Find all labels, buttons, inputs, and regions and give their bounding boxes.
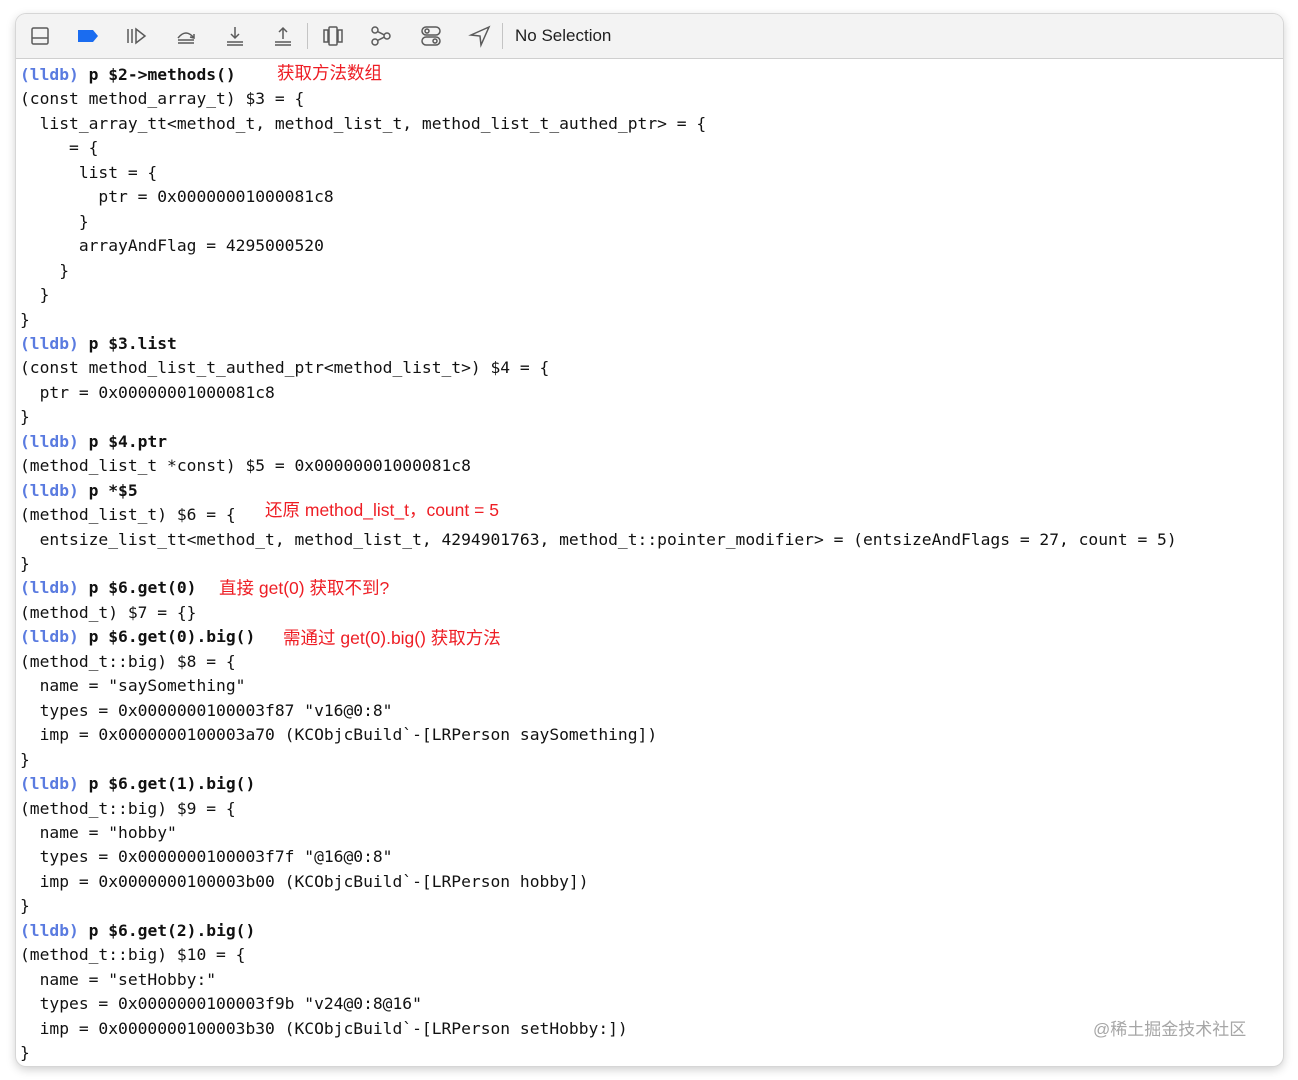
debug-console-window: No Selection (lldb) p $2->methods() (cons… <box>16 14 1283 1066</box>
environment-overrides-icon[interactable] <box>419 24 443 48</box>
lldb-command: p $6.get(2).big() <box>88 920 256 940</box>
console-output-line: types = 0x0000000100003f87 "v16@0:8" <box>20 700 393 720</box>
memory-graph-icon[interactable] <box>369 24 393 48</box>
simulate-location-icon[interactable] <box>468 24 492 48</box>
continue-icon[interactable] <box>124 24 148 48</box>
lldb-prompt: (lldb) <box>20 333 79 353</box>
console-output-line: } <box>20 1043 30 1062</box>
console-output-line: } <box>20 285 50 305</box>
lldb-prompt: (lldb) <box>20 627 79 647</box>
console-command-line: (lldb) p $6.get(0) <box>20 576 196 600</box>
view-hierarchy-icon[interactable] <box>321 24 345 48</box>
console-output-line: } <box>20 211 89 231</box>
lldb-command: p $2->methods() <box>88 65 236 84</box>
console-output-line: } <box>20 309 30 329</box>
console-output-line: imp = 0x0000000100003b30 (KCObjcBuild`-[… <box>20 1018 628 1038</box>
lldb-command: p $4.ptr <box>88 431 168 451</box>
console-command-line: (lldb) p $6.get(2).big() <box>20 919 255 943</box>
watermark: @稀土掘金技术社区 <box>1093 1020 1247 1039</box>
console-output-line: (method_t::big) $8 = { <box>20 651 236 671</box>
console-output-line: (method_t) $7 = {} <box>20 602 197 622</box>
console-output-line: ptr = 0x00000001000081c8 <box>20 382 275 402</box>
annotation-restore-list: 还原 method_list_t，count = 5 <box>265 500 499 520</box>
console-output-line: ptr = 0x00000001000081c8 <box>20 187 334 207</box>
step-over-icon[interactable] <box>174 24 198 48</box>
console-output-line: } <box>20 407 30 427</box>
console-output-line: (method_list_t) $6 = { <box>20 505 236 525</box>
console-output-line: } <box>20 554 30 573</box>
lldb-prompt: (lldb) <box>20 480 79 500</box>
console-command-line: (lldb) p $6.get(0).big() <box>20 625 255 649</box>
selection-status: No Selection <box>515 26 612 45</box>
console-output-line: name = "saySomething" <box>20 676 246 696</box>
lldb-prompt: (lldb) <box>20 774 79 794</box>
step-out-icon[interactable] <box>271 24 295 48</box>
lldb-command: p *$5 <box>88 480 138 500</box>
annotation-get0-big: 需通过 get(0).big() 获取方法 <box>283 628 501 648</box>
console-output-line: } <box>20 749 30 769</box>
console-command-line: (lldb) p $6.get(1).big() <box>20 772 255 796</box>
console-output-line: list = { <box>20 162 158 182</box>
lldb-command: p $6.get(0) <box>88 578 197 598</box>
lldb-prompt: (lldb) <box>20 431 79 451</box>
toolbar-separator <box>307 23 308 49</box>
annotation-get0-fail: 直接 get(0) 获取不到? <box>219 578 390 598</box>
console-output-line: } <box>20 260 70 280</box>
breakpoints-toggle-icon[interactable] <box>76 24 100 48</box>
lldb-command: p $3.list <box>88 333 177 353</box>
console-output-line: (method_t::big) $9 = { <box>20 798 236 818</box>
annotation-get-methods: 获取方法数组 <box>277 63 382 83</box>
lldb-command: p $6.get(1).big() <box>88 774 256 794</box>
hide-debug-area-icon[interactable] <box>28 24 52 48</box>
console-output-line: (const method_array_t) $3 = { <box>20 89 305 109</box>
toolbar-separator <box>502 23 503 49</box>
console-output-line: (const method_list_t_authed_ptr<method_l… <box>20 358 550 378</box>
console-output-line: types = 0x0000000100003f7f "@16@0:8" <box>20 847 393 867</box>
console-output-line: entsize_list_tt<method_t, method_list_t,… <box>20 529 1177 549</box>
console-output-line: arrayAndFlag = 4295000520 <box>20 236 324 256</box>
console-output-line: } <box>20 896 30 916</box>
lldb-prompt: (lldb) <box>20 578 79 598</box>
console-output-line: imp = 0x0000000100003b00 (KCObjcBuild`-[… <box>20 871 589 891</box>
lldb-prompt: (lldb) <box>20 920 79 940</box>
console-command-line: (lldb) p $2->methods() <box>20 63 236 87</box>
console-output-line: (method_list_t *const) $5 = 0x0000000100… <box>20 456 471 476</box>
lldb-prompt: (lldb) <box>20 65 79 84</box>
console-command-line: (lldb) p $4.ptr <box>20 430 167 454</box>
console-output-line: name = "setHobby:" <box>20 969 217 989</box>
console-command-line: (lldb) p *$5 <box>20 479 138 503</box>
lldb-command: p $6.get(0).big() <box>88 627 256 647</box>
console-output-line: = { <box>20 138 99 158</box>
console-output-line: name = "hobby" <box>20 822 177 842</box>
console-output-line: (method_t::big) $10 = { <box>20 945 246 965</box>
console-command-line: (lldb) p $3.list <box>20 332 177 356</box>
console-output-line: list_array_tt<method_t, method_list_t, m… <box>20 113 707 133</box>
console-output[interactable]: (lldb) p $2->methods() (const method_arra… <box>16 59 1283 1066</box>
console-output-line: types = 0x0000000100003f9b "v24@0:8@16" <box>20 994 422 1014</box>
console-output-line: imp = 0x0000000100003a70 (KCObjcBuild`-[… <box>20 725 658 745</box>
step-into-icon[interactable] <box>223 24 247 48</box>
debug-toolbar: No Selection <box>16 14 1283 59</box>
